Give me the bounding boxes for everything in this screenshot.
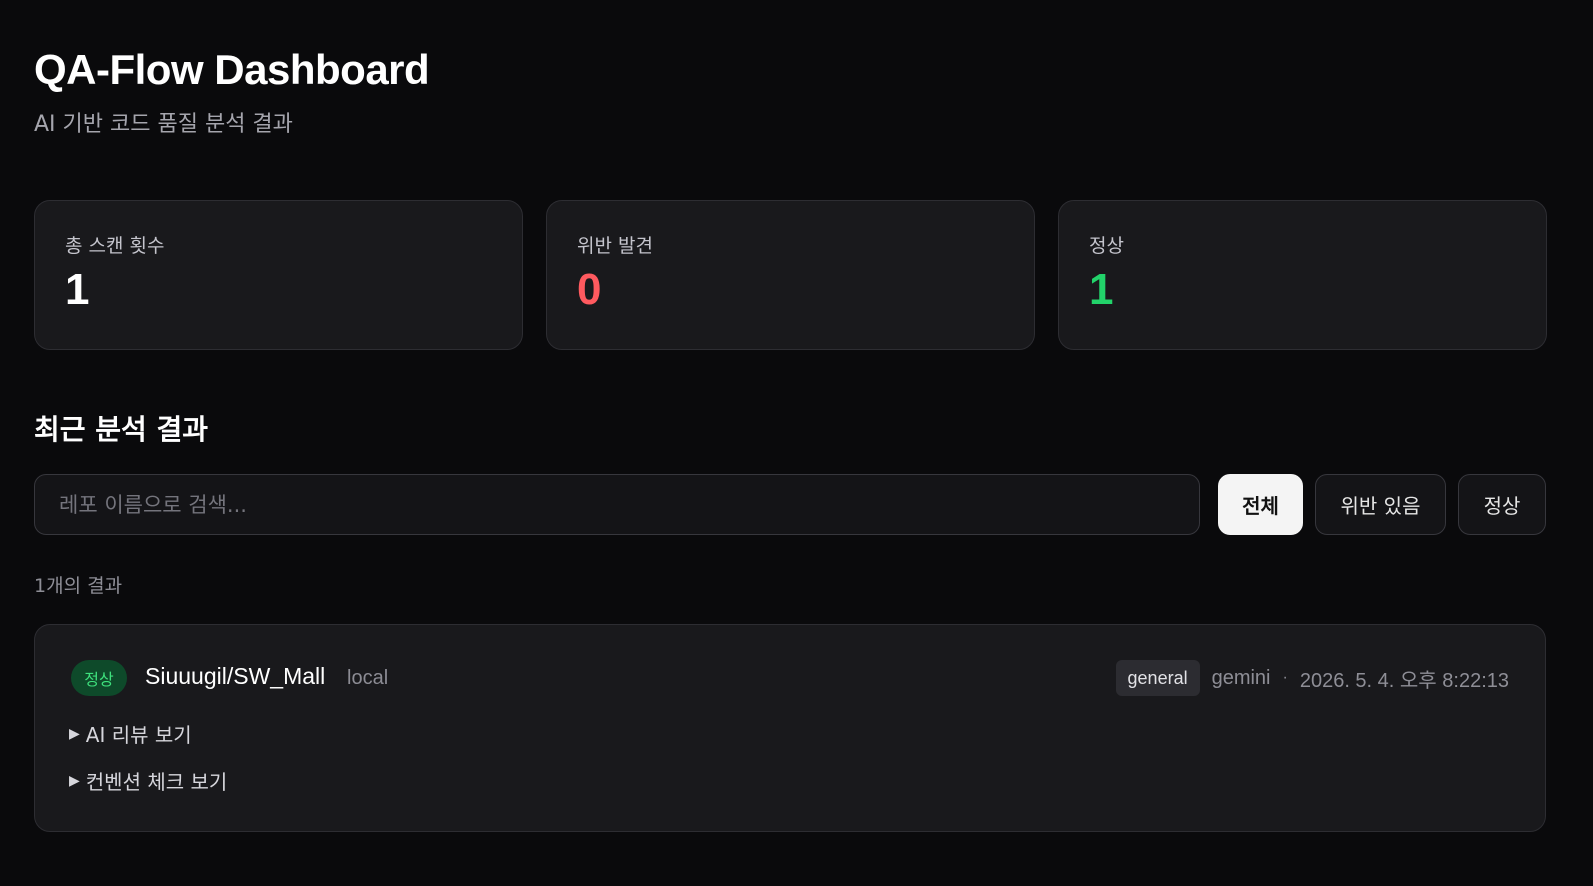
page-title: QA-Flow Dashboard	[34, 46, 430, 93]
result-meta: general gemini · 2026. 5. 4. 오후 8:22:13	[1115, 660, 1509, 696]
status-badge: 정상	[71, 660, 127, 696]
model-name: gemini	[1211, 666, 1271, 689]
filter-violations-button[interactable]: 위반 있음	[1315, 474, 1446, 535]
filter-ok-button[interactable]: 정상	[1458, 474, 1546, 535]
stat-value-total-scans: 1	[65, 265, 90, 314]
stat-card-ok: 정상 1	[1058, 200, 1547, 350]
repo-name: Siuuugil/SW_Mall	[145, 663, 326, 689]
repo-search-input[interactable]	[34, 474, 1200, 535]
stat-value-ok: 1	[1089, 265, 1114, 314]
stat-label-total-scans: 총 스캔 횟수	[65, 235, 165, 257]
meta-separator: ·	[1282, 669, 1288, 686]
result-card: 정상 Siuuugil/SW_Mall local general gemini…	[34, 624, 1546, 832]
stat-card-violations: 위반 발견 0	[546, 200, 1035, 350]
stat-label-ok: 정상	[1089, 235, 1124, 257]
convention-check-toggle[interactable]: ▶ 컨벤션 체크 보기	[69, 766, 227, 795]
convention-check-toggle-label: 컨벤션 체크 보기	[85, 770, 228, 794]
scan-timestamp: 2026. 5. 4. 오후 8:22:13	[1299, 669, 1509, 692]
page-subtitle: AI 기반 코드 품질 분석 결과	[34, 112, 293, 137]
stat-value-violations: 0	[577, 265, 602, 314]
ai-review-toggle[interactable]: ▶ AI 리뷰 보기	[69, 719, 192, 748]
ai-review-toggle-label: AI 리뷰 보기	[85, 723, 192, 747]
result-count: 1개의 결과	[34, 575, 123, 597]
category-tag: general	[1115, 660, 1200, 696]
stat-card-total-scans: 총 스캔 횟수 1	[34, 200, 523, 350]
recent-results-heading: 최근 분석 결과	[34, 413, 209, 446]
triangle-right-icon: ▶	[69, 725, 80, 742]
dashboard-page: QA-Flow Dashboard AI 기반 코드 품질 분석 결과 총 스캔…	[0, 0, 1593, 886]
stat-label-violations: 위반 발견	[577, 235, 653, 257]
triangle-right-icon: ▶	[69, 772, 80, 789]
repo-source: local	[347, 667, 389, 689]
filter-all-button[interactable]: 전체	[1218, 474, 1303, 535]
